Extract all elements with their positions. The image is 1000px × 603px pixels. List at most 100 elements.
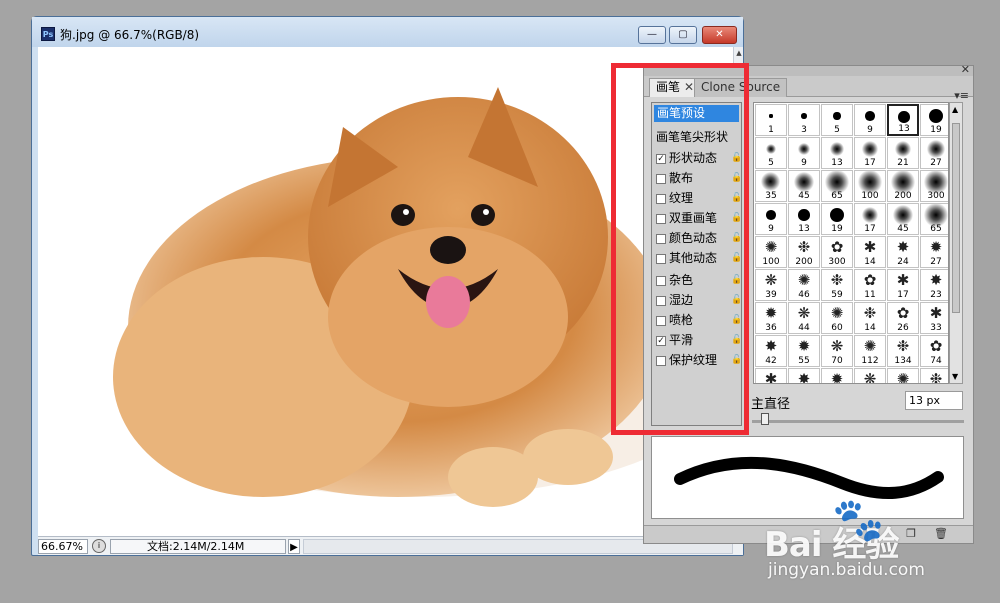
brush-tip-shape <box>892 204 914 226</box>
brush-preset[interactable]: ✿ 11 <box>854 269 886 301</box>
brush-size-label: 17 <box>897 290 909 300</box>
brush-preset[interactable]: ❋ 39 <box>755 269 787 301</box>
brush-preset[interactable]: ✸ 23 <box>920 269 948 301</box>
brush-preset[interactable]: 45 <box>788 170 820 202</box>
brush-preset[interactable]: ✿ 300 <box>821 236 853 268</box>
brush-preset[interactable]: 9 <box>854 104 886 136</box>
document-titlebar[interactable]: Ps 狗.jpg @ 66.7%(RGB/8) — ▢ ✕ <box>32 17 743 47</box>
brush-preset[interactable]: 5 <box>755 137 787 169</box>
brush-tip-shape <box>833 112 841 120</box>
brush-size-label: 65 <box>930 224 942 234</box>
brush-size-label: 39 <box>765 290 777 300</box>
brush-preset[interactable]: ✹ 27 <box>920 236 948 268</box>
brush-size-label: 74 <box>930 356 942 366</box>
master-diameter-input[interactable]: 13 px <box>905 391 963 410</box>
brush-preset[interactable]: ✿ 74 <box>920 335 948 367</box>
brush-preset[interactable]: ✸29 <box>788 368 820 383</box>
brush-tip-shape: ✹ <box>764 304 778 322</box>
brush-tip-shape: ✸ <box>896 238 910 256</box>
scroll-down-icon[interactable]: ▼ <box>952 372 958 381</box>
brush-preset[interactable]: ✺36 <box>887 368 919 383</box>
brush-size-label: 33 <box>930 323 942 333</box>
brush-size-label: 42 <box>765 356 777 366</box>
diameter-slider-thumb[interactable] <box>761 413 769 425</box>
brush-size-label: 100 <box>861 191 879 201</box>
brush-preset[interactable]: 5 <box>821 104 853 136</box>
brush-preset[interactable]: ✸ 24 <box>887 236 919 268</box>
brush-tip-shape: ✿ <box>863 271 877 289</box>
close-button[interactable]: ✕ <box>702 26 737 44</box>
brush-tip-shape <box>894 140 912 158</box>
brush-preset[interactable]: ❉ 134 <box>887 335 919 367</box>
brush-preset[interactable]: ✿ 26 <box>887 302 919 334</box>
brush-preset[interactable]: 13 <box>788 203 820 235</box>
brush-preset[interactable]: ✱ 17 <box>887 269 919 301</box>
brush-preset[interactable]: ✹ 55 <box>788 335 820 367</box>
brush-preset[interactable]: 17 <box>854 137 886 169</box>
brush-preset[interactable]: 27 <box>920 137 948 169</box>
brush-preset[interactable]: ✱95 <box>755 368 787 383</box>
minimize-button[interactable]: — <box>638 26 666 44</box>
status-info-icon[interactable]: i <box>92 539 106 553</box>
brush-preset[interactable]: 19 <box>920 104 948 136</box>
brush-preset[interactable]: 100 <box>854 170 886 202</box>
brush-tip-shape: ✱ <box>929 304 943 322</box>
delete-icon[interactable]: 🗑 <box>934 527 948 541</box>
brush-tip-shape: ✿ <box>929 337 943 355</box>
brush-size-label: 19 <box>930 125 942 135</box>
brush-preset[interactable]: ❋ 44 <box>788 302 820 334</box>
brush-preset[interactable]: ✱ 14 <box>854 236 886 268</box>
status-menu-arrow-icon[interactable]: ▶ <box>288 539 300 554</box>
brush-preset[interactable]: 65 <box>920 203 948 235</box>
brush-preset[interactable]: 200 <box>887 170 919 202</box>
brush-preset[interactable]: ✺ 60 <box>821 302 853 334</box>
brush-preset[interactable]: 65 <box>821 170 853 202</box>
brush-preset[interactable]: ✸ 42 <box>755 335 787 367</box>
close-icon[interactable]: ✕ <box>961 63 970 76</box>
brush-preset[interactable]: 300 <box>920 170 948 202</box>
brush-preset[interactable]: ✹192 <box>821 368 853 383</box>
brush-preset[interactable]: ❉ 59 <box>821 269 853 301</box>
diameter-slider-track[interactable] <box>752 420 964 423</box>
brush-preset[interactable]: 3 <box>788 104 820 136</box>
brush-preset[interactable]: ❉ 200 <box>788 236 820 268</box>
brush-preset[interactable]: 1 <box>755 104 787 136</box>
brush-grid-scrollbar[interactable]: ▲ ▼ <box>949 102 963 384</box>
brush-size-label: 17 <box>864 224 876 234</box>
brush-preset[interactable]: 19 <box>821 203 853 235</box>
brush-size-label: 9 <box>801 158 807 168</box>
brush-preset[interactable]: 13 <box>821 137 853 169</box>
brush-preset[interactable]: 9 <box>788 137 820 169</box>
brush-preset[interactable]: 21 <box>887 137 919 169</box>
scroll-thumb[interactable] <box>952 123 960 313</box>
new-preset-icon[interactable]: ❐ <box>904 527 918 541</box>
brush-preset[interactable]: 17 <box>854 203 886 235</box>
zoom-field[interactable]: 66.67% <box>38 539 88 554</box>
brush-preset[interactable]: 13 <box>887 104 919 136</box>
brush-preset[interactable]: ❋36 <box>854 368 886 383</box>
scroll-up-icon[interactable]: ▲ <box>952 105 958 114</box>
brush-tip-shape: ❋ <box>764 271 778 289</box>
brush-preset[interactable]: ❉ 14 <box>854 302 886 334</box>
maximize-button[interactable]: ▢ <box>669 26 697 44</box>
brush-preset[interactable]: 9 <box>755 203 787 235</box>
brush-preset[interactable]: 45 <box>887 203 919 235</box>
brush-preset[interactable]: ✺ 46 <box>788 269 820 301</box>
brush-preset[interactable]: ✺ 112 <box>854 335 886 367</box>
brush-tip-shape <box>761 172 781 192</box>
brush-size-label: 9 <box>768 224 774 234</box>
brush-preset[interactable]: ✺ 100 <box>755 236 787 268</box>
brush-tip-shape <box>898 111 910 123</box>
brush-size-label: 36 <box>765 323 777 333</box>
brush-tip-shape: ✺ <box>797 271 811 289</box>
watermark-url: jingyan.baidu.com <box>768 560 925 580</box>
panel-menu-icon[interactable]: ▾≡ <box>954 89 969 102</box>
brush-preset[interactable]: ❋ 70 <box>821 335 853 367</box>
brush-preset[interactable]: ✱ 33 <box>920 302 948 334</box>
brush-size-label: 200 <box>894 191 912 201</box>
brush-preset[interactable]: ❉33 <box>920 368 948 383</box>
brush-preset[interactable]: 35 <box>755 170 787 202</box>
brush-tip-shape <box>865 111 875 121</box>
scroll-up-icon[interactable]: ▲ <box>735 49 743 57</box>
brush-preset[interactable]: ✹ 36 <box>755 302 787 334</box>
